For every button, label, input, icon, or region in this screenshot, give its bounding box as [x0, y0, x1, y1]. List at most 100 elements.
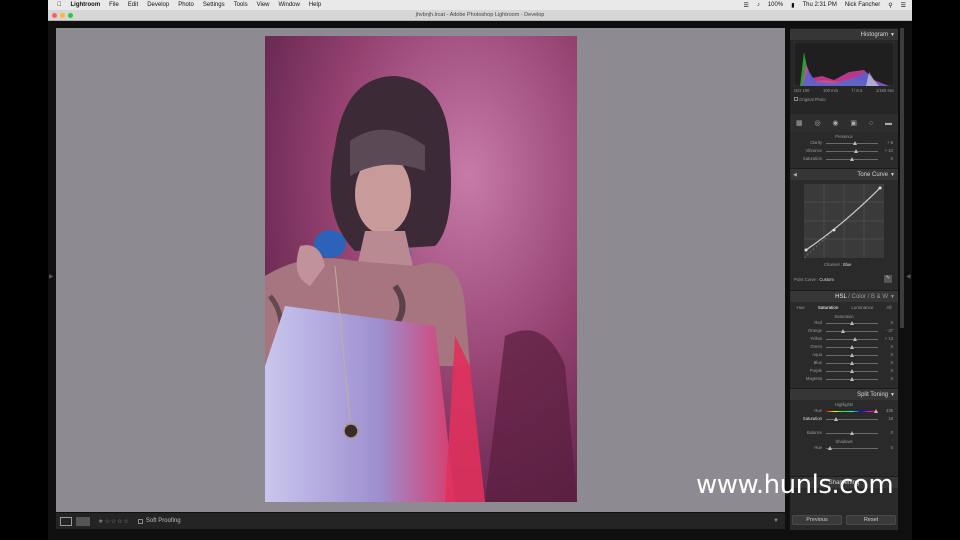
- shadow-hue-slider[interactable]: Hue 0: [790, 444, 898, 452]
- app-menu[interactable]: Lightroom: [71, 2, 101, 8]
- menu-help[interactable]: Help: [309, 2, 321, 8]
- highlight-hue-track[interactable]: [826, 409, 878, 413]
- user-name[interactable]: Nick Fancher: [845, 2, 880, 8]
- bw-tab[interactable]: B & W: [871, 294, 888, 300]
- rating-stars[interactable]: ★☆☆☆☆: [98, 518, 130, 525]
- slider-track[interactable]: [826, 321, 878, 325]
- point-curve-select[interactable]: Custom: [819, 277, 833, 282]
- slider-thumb[interactable]: [854, 149, 859, 153]
- close-window-button[interactable]: [52, 13, 57, 18]
- before-after-button[interactable]: [76, 516, 90, 526]
- slider-value[interactable]: 0: [891, 156, 893, 161]
- graduated-filter-icon[interactable]: ▣: [850, 119, 857, 127]
- menu-photo[interactable]: Photo: [178, 2, 194, 8]
- volume-icon[interactable]: ♪: [757, 2, 760, 8]
- soft-proofing-checkbox[interactable]: [137, 518, 143, 524]
- channel-select[interactable]: Blue: [843, 262, 851, 267]
- slider-track[interactable]: [826, 329, 878, 333]
- menu-view[interactable]: View: [257, 2, 270, 8]
- hsl-tab[interactable]: HSL: [835, 294, 846, 300]
- hsl-saturation-tab[interactable]: Saturation: [818, 305, 839, 310]
- hsl-slider-yellow[interactable]: Yellow + 13: [790, 335, 898, 343]
- slider-thumb[interactable]: [850, 345, 854, 349]
- slider-track[interactable]: [826, 353, 878, 357]
- menu-tools[interactable]: Tools: [234, 2, 248, 8]
- previous-button[interactable]: Previous: [792, 515, 842, 525]
- slider-track[interactable]: [826, 149, 878, 153]
- slider-thumb[interactable]: [874, 409, 878, 413]
- menu-file[interactable]: File: [109, 2, 119, 8]
- menu-edit[interactable]: Edit: [128, 2, 138, 8]
- slider-value[interactable]: 0: [891, 376, 893, 381]
- list-icon[interactable]: ☰: [901, 2, 906, 9]
- point-curve-row[interactable]: Point Curve : Custom: [794, 277, 834, 282]
- highlight-saturation-value[interactable]: 18: [888, 416, 893, 421]
- clock[interactable]: Thu 2:31 PM: [803, 2, 837, 8]
- loupe-view-button[interactable]: [60, 516, 72, 526]
- slider-track[interactable]: [826, 377, 878, 381]
- highlight-saturation-track[interactable]: [826, 417, 878, 421]
- slider-value[interactable]: 0: [891, 320, 893, 325]
- slider-thumb[interactable]: [850, 353, 854, 357]
- radial-filter-icon[interactable]: ○: [869, 120, 873, 127]
- apple-icon[interactable]: : [57, 2, 62, 8]
- slider-thumb[interactable]: [828, 446, 832, 450]
- hsl-slider-blue[interactable]: Blue 0: [790, 359, 898, 367]
- photo-preview[interactable]: [265, 36, 577, 502]
- menu-settings[interactable]: Settings: [203, 2, 225, 8]
- slider-value[interactable]: - 37: [886, 328, 893, 333]
- original-photo-checkbox[interactable]: [794, 97, 798, 101]
- reset-button[interactable]: Reset: [846, 515, 896, 525]
- hsl-slider-red[interactable]: Red 0: [790, 319, 898, 327]
- slider-track[interactable]: [826, 337, 878, 341]
- slider-thumb[interactable]: [850, 377, 854, 381]
- search-icon[interactable]: ⚲: [888, 2, 892, 9]
- slider-thumb[interactable]: [850, 369, 854, 373]
- collapse-triangle-icon[interactable]: ▼: [890, 291, 895, 303]
- slider-thumb[interactable]: [850, 321, 854, 325]
- hsl-all-tab[interactable]: All: [886, 305, 891, 310]
- slider-track[interactable]: [826, 361, 878, 365]
- presence-slider-clarity[interactable]: Clarity + 8: [790, 139, 898, 147]
- wifi-icon[interactable]: ☰: [743, 2, 748, 9]
- hsl-slider-purple[interactable]: Purple 0: [790, 367, 898, 375]
- toolbar-menu-icon[interactable]: ▼: [773, 518, 779, 524]
- tone-curve-graph[interactable]: [804, 184, 884, 258]
- slider-value[interactable]: 0: [891, 368, 893, 373]
- hsl-hue-tab[interactable]: Hue: [797, 305, 805, 310]
- original-photo-row[interactable]: Original Photo: [794, 97, 826, 102]
- edit-point-curve-icon[interactable]: ✎: [884, 275, 892, 283]
- slider-value[interactable]: + 10: [885, 148, 893, 153]
- slider-thumb[interactable]: [850, 431, 854, 435]
- slider-thumb[interactable]: [850, 157, 854, 161]
- red-eye-icon[interactable]: ◉: [832, 119, 838, 127]
- balance-slider[interactable]: Balance 0: [790, 429, 898, 437]
- slider-value[interactable]: 0: [891, 352, 893, 357]
- balance-value[interactable]: 0: [891, 430, 893, 435]
- menu-window[interactable]: Window: [279, 2, 300, 8]
- left-panel-toggle-icon[interactable]: ▶: [49, 273, 54, 280]
- spot-removal-icon[interactable]: ◎: [814, 119, 820, 127]
- highlight-saturation-slider[interactable]: Saturation 18: [790, 415, 898, 423]
- adjustment-brush-icon[interactable]: ▬: [885, 120, 892, 127]
- zoom-window-button[interactable]: [68, 13, 73, 18]
- tone-curve-header[interactable]: ◀ Tone Curve ▼: [790, 168, 898, 180]
- shadow-hue-value[interactable]: 0: [891, 445, 893, 450]
- image-canvas[interactable]: [56, 28, 785, 512]
- crop-tool-icon[interactable]: ▦: [796, 119, 803, 127]
- hsl-luminance-tab[interactable]: Luminance: [851, 305, 873, 310]
- channel-row[interactable]: Channel : Blue: [824, 262, 852, 267]
- slider-track[interactable]: [826, 157, 878, 161]
- slider-thumb[interactable]: [840, 329, 845, 333]
- slider-value[interactable]: 0: [891, 360, 893, 365]
- slider-track[interactable]: [826, 369, 878, 373]
- minimize-window-button[interactable]: [60, 13, 65, 18]
- highlight-hue-value[interactable]: 336: [886, 408, 893, 413]
- hsl-slider-aqua[interactable]: Aqua 0: [790, 351, 898, 359]
- battery-label[interactable]: 100%: [768, 2, 783, 8]
- hsl-slider-magenta[interactable]: Magenta 0: [790, 375, 898, 383]
- slider-value[interactable]: 0: [891, 344, 893, 349]
- shadow-hue-track[interactable]: [826, 446, 878, 450]
- histogram-header[interactable]: Histogram ▼: [790, 28, 898, 40]
- highlight-hue-slider[interactable]: Hue 336: [790, 407, 898, 415]
